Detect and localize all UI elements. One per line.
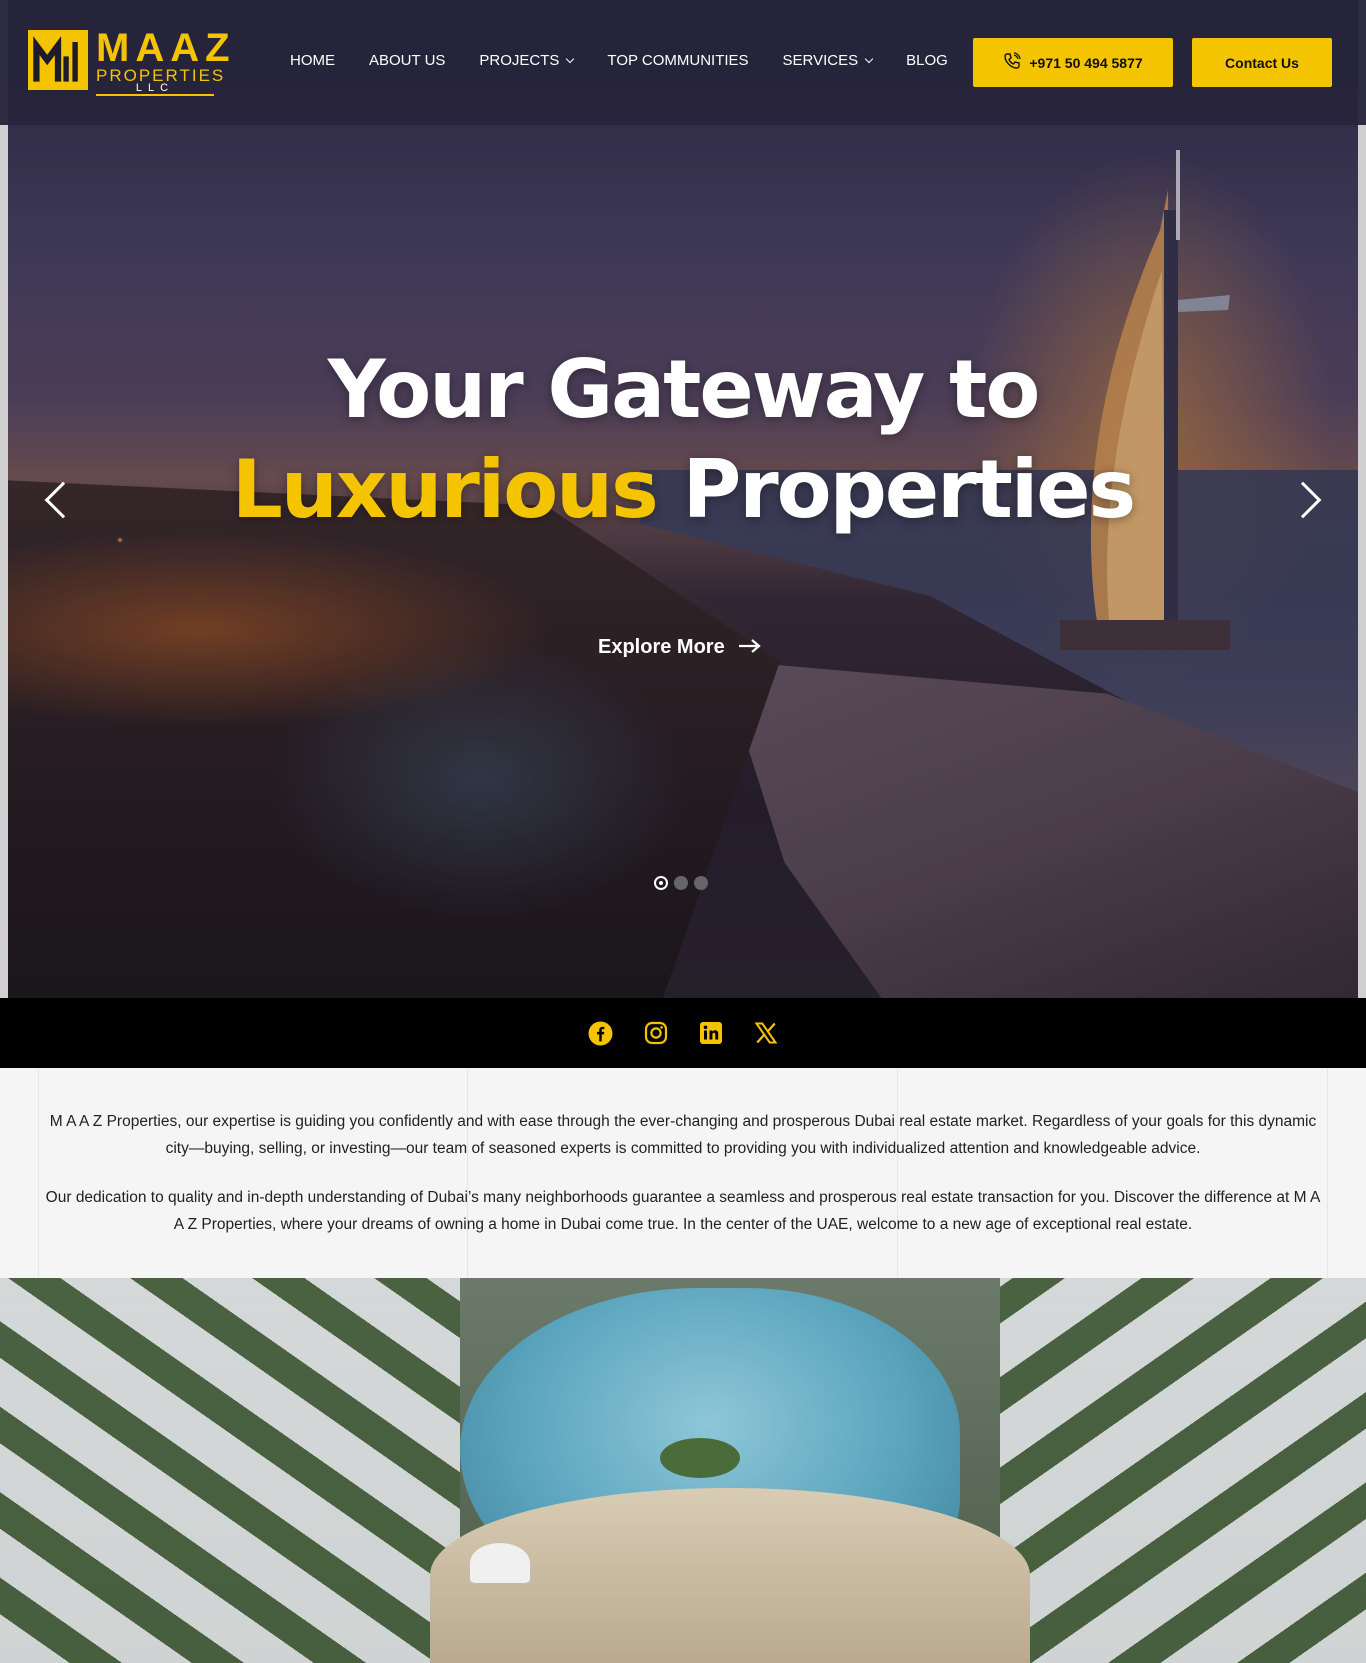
nav-item-label: HOME bbox=[290, 52, 335, 69]
facebook-icon[interactable] bbox=[588, 1021, 613, 1046]
brand-logo[interactable]: MAAZ PROPERTIES LLC bbox=[28, 26, 230, 96]
social-bar bbox=[0, 998, 1366, 1068]
phone-icon bbox=[1003, 52, 1022, 73]
phone-button[interactable]: +971 50 494 5877 bbox=[973, 38, 1173, 87]
hero-slider: Your Gateway to Luxurious Properties Exp… bbox=[0, 0, 1366, 998]
chevron-down-icon bbox=[864, 54, 874, 63]
chevron-right-icon[interactable] bbox=[1284, 478, 1326, 522]
contact-us-label: Contact Us bbox=[1225, 54, 1299, 71]
hero-headline: Your Gateway to Luxurious Properties bbox=[0, 340, 1366, 540]
community-aerial-image bbox=[0, 1278, 1366, 1663]
arrow-right-icon bbox=[738, 636, 761, 659]
nav-item-label: TOP COMMUNITIES bbox=[607, 52, 749, 69]
x-icon[interactable] bbox=[753, 1021, 778, 1046]
nav-item-label: BLOG bbox=[906, 52, 948, 69]
villas-right bbox=[1000, 1278, 1366, 1663]
nav-item-label: ABOUT US bbox=[369, 52, 446, 69]
nav-item-about-us[interactable]: ABOUT US bbox=[369, 52, 445, 69]
page: Your Gateway to Luxurious Properties Exp… bbox=[0, 0, 1366, 1663]
gazebo bbox=[470, 1543, 530, 1583]
slider-dot-2[interactable] bbox=[674, 876, 688, 890]
site-header: MAAZ PROPERTIES LLC HOME ABOUT US PROJEC… bbox=[0, 0, 1366, 125]
chevron-down-icon bbox=[566, 54, 575, 63]
instagram-icon[interactable] bbox=[643, 1021, 668, 1046]
nav-item-blog[interactable]: BLOG bbox=[906, 52, 948, 69]
hero-headline-line1: Your Gateway to bbox=[327, 343, 1041, 436]
brand-logo-mark bbox=[28, 30, 88, 90]
nav-item-label: PROJECTS bbox=[479, 52, 560, 69]
linkedin-icon[interactable] bbox=[698, 1021, 723, 1046]
main-nav: HOME ABOUT US PROJECTS TOP COMMUNITIES S… bbox=[290, 52, 948, 69]
nav-item-projects[interactable]: PROJECTS bbox=[479, 52, 575, 69]
nav-item-home[interactable]: HOME bbox=[290, 52, 335, 69]
explore-more-button[interactable]: Explore More bbox=[598, 636, 761, 659]
about-intro: M A A Z Properties, our expertise is gui… bbox=[0, 1068, 1366, 1278]
phone-number: +971 50 494 5877 bbox=[1029, 54, 1143, 71]
villas-left bbox=[0, 1278, 460, 1663]
slider-dot-1[interactable] bbox=[654, 876, 668, 890]
column-divider bbox=[1327, 1068, 1328, 1278]
chevron-left-icon[interactable] bbox=[40, 478, 82, 522]
column-divider bbox=[38, 1068, 39, 1278]
nav-item-label: SERVICES bbox=[782, 52, 859, 69]
slider-dot-3[interactable] bbox=[694, 876, 708, 890]
column-divider bbox=[467, 1068, 468, 1278]
about-paragraph-2: Our dedication to quality and in-depth u… bbox=[45, 1189, 1321, 1233]
hero-headline-line2: Properties bbox=[682, 443, 1137, 536]
brand-name: MAAZ bbox=[96, 26, 236, 70]
explore-more-label: Explore More bbox=[598, 636, 725, 658]
about-paragraph-1: M A A Z Properties, our expertise is gui… bbox=[49, 1113, 1317, 1157]
column-divider bbox=[897, 1068, 898, 1278]
hero-headline-accent: Luxurious bbox=[231, 443, 659, 536]
nav-item-services[interactable]: SERVICES bbox=[782, 52, 874, 69]
nav-item-top-communities[interactable]: TOP COMMUNITIES bbox=[607, 52, 748, 69]
contact-us-button[interactable]: Contact Us bbox=[1192, 38, 1332, 87]
slider-dots bbox=[654, 876, 708, 890]
lagoon-island bbox=[660, 1438, 740, 1478]
brand-suffix: LLC bbox=[96, 82, 214, 96]
